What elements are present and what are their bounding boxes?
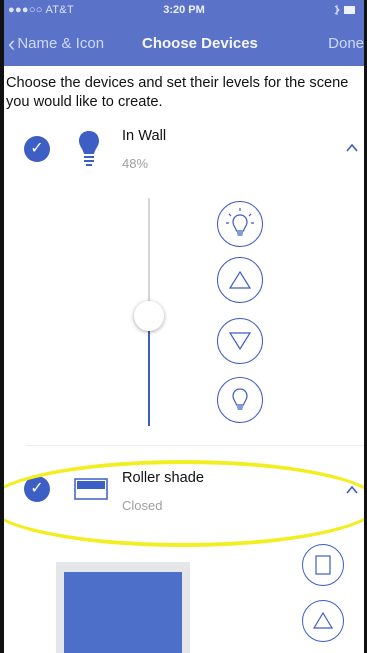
device-name: Roller shade bbox=[122, 470, 204, 486]
square-icon bbox=[315, 555, 331, 575]
back-label: Name & Icon bbox=[17, 35, 105, 52]
bezel-left bbox=[0, 0, 4, 653]
triangle-down-icon bbox=[228, 332, 252, 351]
level-slider-track[interactable] bbox=[148, 198, 150, 316]
raise-shade-button[interactable] bbox=[302, 600, 344, 642]
device-state: Closed bbox=[122, 498, 163, 513]
chevron-left-icon: ‹ bbox=[8, 31, 16, 56]
window-shade-icon bbox=[74, 478, 108, 505]
intro-text: Choose the devices and set their levels … bbox=[6, 75, 349, 110]
status-time: 3:20 PM bbox=[163, 4, 205, 16]
device-name: In Wall bbox=[122, 128, 167, 144]
bulb-off-icon bbox=[232, 388, 248, 410]
checkmark-icon[interactable]: ✓ bbox=[24, 476, 50, 502]
status-bar: ●●●○○ AT&T 3:20 PM bbox=[4, 0, 364, 22]
level-slider-fill bbox=[148, 316, 150, 426]
done-button[interactable]: Done bbox=[328, 35, 364, 52]
device-level: 48% bbox=[122, 156, 149, 171]
device-row-roller-shade[interactable]: ✓ Roller shade Closed bbox=[4, 468, 364, 528]
screen: ●●●○○ AT&T 3:20 PM ‹ Name & Icon Choose D… bbox=[0, 0, 367, 653]
bulb-on-icon bbox=[226, 208, 254, 236]
page-title: Choose Devices bbox=[142, 35, 258, 52]
lightbulb-icon bbox=[78, 130, 100, 173]
close-shade-button[interactable] bbox=[302, 544, 344, 586]
triangle-up-icon bbox=[228, 270, 252, 289]
lower-button[interactable] bbox=[217, 318, 263, 364]
divider bbox=[26, 445, 364, 446]
off-button[interactable] bbox=[217, 377, 263, 423]
chevron-up-icon[interactable] bbox=[346, 142, 358, 154]
battery-icon bbox=[332, 4, 358, 19]
level-slider-thumb[interactable] bbox=[134, 301, 164, 331]
back-button[interactable]: ‹ Name & Icon bbox=[8, 31, 105, 56]
full-on-button[interactable] bbox=[217, 201, 263, 247]
raise-button[interactable] bbox=[217, 257, 263, 303]
chevron-up-icon[interactable] bbox=[346, 484, 358, 496]
shade-preview bbox=[56, 562, 190, 653]
checkmark-icon[interactable]: ✓ bbox=[24, 136, 50, 162]
navigation-bar: ‹ Name & Icon Choose Devices Done bbox=[4, 22, 364, 66]
device-row-in-wall[interactable]: ✓ In Wall 48% bbox=[4, 126, 364, 186]
triangle-up-icon bbox=[312, 611, 334, 629]
